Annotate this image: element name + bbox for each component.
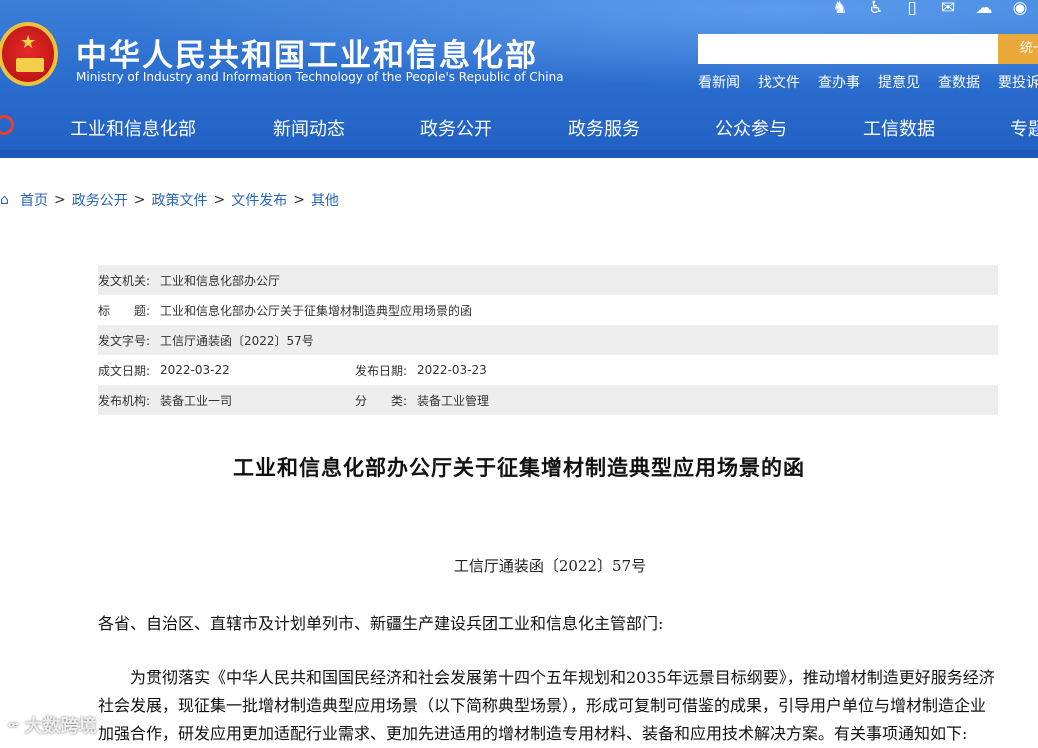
site-header: ★ 中华人民共和国工业和信息化部 Ministry of Industry an… <box>0 0 1038 158</box>
meta-docno-label: 发文字号: <box>98 333 151 348</box>
nav-item-topics[interactable]: 专题 <box>1010 115 1038 141</box>
site-subtitle: Ministry of Industry and Information Tec… <box>76 70 564 84</box>
search-button[interactable]: 统一 <box>998 34 1038 64</box>
watermark: ꟹ 大数跨境 <box>8 712 97 738</box>
breadcrumb-other[interactable]: 其他 <box>311 190 339 210</box>
quick-link-files[interactable]: 找文件 <box>758 72 800 92</box>
watermark-logo-icon: ꟹ <box>8 718 19 736</box>
site-title[interactable]: 中华人民共和国工业和信息化部 <box>76 30 538 75</box>
meta-org-label: 发布机构: <box>98 393 151 408</box>
meta-title-label: 标 题: <box>98 303 151 318</box>
document-metadata: 发文机关: 工业和信息化部办公厅 标 题: 工业和信息化部办公厅关于征集增材制造… <box>98 265 998 415</box>
meta-published-label: 发布日期: <box>355 363 408 378</box>
nav-item-gov-service[interactable]: 政务服务 <box>568 115 640 141</box>
document-paragraph: 为贯彻落实《中华人民共和国国民经济和社会发展第十四个五年规划和2035年远景目标… <box>98 668 995 743</box>
meta-row-dates: 成文日期: 2022-03-22 发布日期: 2022-03-23 <box>98 355 998 385</box>
weibo-icon[interactable]: ◉ <box>1002 0 1038 20</box>
header-tools: ♞ ♿ ▯ ✉ ☁ ◉ <box>822 0 1038 20</box>
home-icon[interactable]: ⌂ <box>0 193 14 207</box>
meta-title-value: 工业和信息化部办公厅关于征集增材制造典型应用场景的函 <box>160 303 473 318</box>
quick-link-complaint[interactable]: 要投诉 <box>998 72 1038 92</box>
accessibility-icon[interactable]: ♿ <box>858 0 894 20</box>
nav-logo-icon[interactable] <box>0 115 14 135</box>
meta-category-label: 分 类: <box>355 393 408 408</box>
search-input[interactable] <box>698 34 998 64</box>
nav-item-data[interactable]: 工信数据 <box>863 115 935 141</box>
meta-published-value: 2022-03-23 <box>417 363 487 377</box>
meta-created-label: 成文日期: <box>98 363 151 378</box>
nav-item-miit[interactable]: 工业和信息化部 <box>70 115 196 141</box>
breadcrumb-gov-open[interactable]: 政务公开 <box>72 190 128 210</box>
meta-issuer-label: 发文机关: <box>98 273 151 288</box>
document-number: 工信厅通装函〔2022〕57号 <box>453 557 647 575</box>
main-nav: 工业和信息化部 新闻动态 政务公开 政务服务 公众参与 工信数据 专题 <box>0 106 1038 148</box>
meta-org-value: 装备工业一司 <box>160 393 233 408</box>
mascot-icon[interactable]: ♞ <box>822 0 858 20</box>
meta-row-org: 发布机构: 装备工业一司 分 类: 装备工业管理 <box>98 385 998 415</box>
document-salutation: 各省、自治区、直辖市及计划单列市、新疆生产建设兵团工业和信息化主管部门: <box>98 614 664 633</box>
quick-link-feedback[interactable]: 提意见 <box>878 72 920 92</box>
breadcrumb-home[interactable]: 首页 <box>20 190 48 210</box>
meta-category-value: 装备工业管理 <box>417 393 490 408</box>
nav-item-gov-open[interactable]: 政务公开 <box>420 115 492 141</box>
mobile-icon[interactable]: ▯ <box>894 0 930 20</box>
breadcrumb-policy[interactable]: 政策文件 <box>151 190 207 210</box>
document-title: 工业和信息化部办公厅关于征集增材制造典型应用场景的函 <box>233 456 805 480</box>
quick-link-news[interactable]: 看新闻 <box>698 72 740 92</box>
national-emblem-icon[interactable]: ★ <box>0 22 58 86</box>
breadcrumb-separator: > <box>54 192 66 208</box>
breadcrumb-separator: > <box>133 192 146 208</box>
breadcrumb: ⌂ 首页 > 政务公开 > 政策文件 > 文件发布 > 其他 <box>0 190 339 210</box>
meta-docno-value: 工信厅通装函〔2022〕57号 <box>160 333 314 348</box>
meta-created-value: 2022-03-22 <box>160 363 230 377</box>
quick-link-data[interactable]: 查数据 <box>938 72 980 92</box>
nav-item-news[interactable]: 新闻动态 <box>273 115 345 141</box>
breadcrumb-release[interactable]: 文件发布 <box>231 190 287 210</box>
watermark-text: 大数跨境 <box>24 716 97 737</box>
nav-divider <box>0 150 1038 158</box>
quick-links: 看新闻 找文件 查办事 提意见 查数据 要投诉 <box>698 72 1038 92</box>
breadcrumb-separator: > <box>213 192 226 208</box>
quick-link-services[interactable]: 查办事 <box>818 72 860 92</box>
nav-item-participation[interactable]: 公众参与 <box>715 115 787 141</box>
breadcrumb-separator: > <box>293 192 305 208</box>
meta-row-docno: 发文字号: 工信厅通装函〔2022〕57号 <box>98 325 998 355</box>
meta-row-issuer: 发文机关: 工业和信息化部办公厅 <box>98 265 998 295</box>
meta-issuer-value: 工业和信息化部办公厅 <box>160 273 281 288</box>
mail-icon[interactable]: ✉ <box>930 0 966 20</box>
wechat-icon[interactable]: ☁ <box>966 0 1002 20</box>
meta-row-title: 标 题: 工业和信息化部办公厅关于征集增材制造典型应用场景的函 <box>98 295 998 325</box>
